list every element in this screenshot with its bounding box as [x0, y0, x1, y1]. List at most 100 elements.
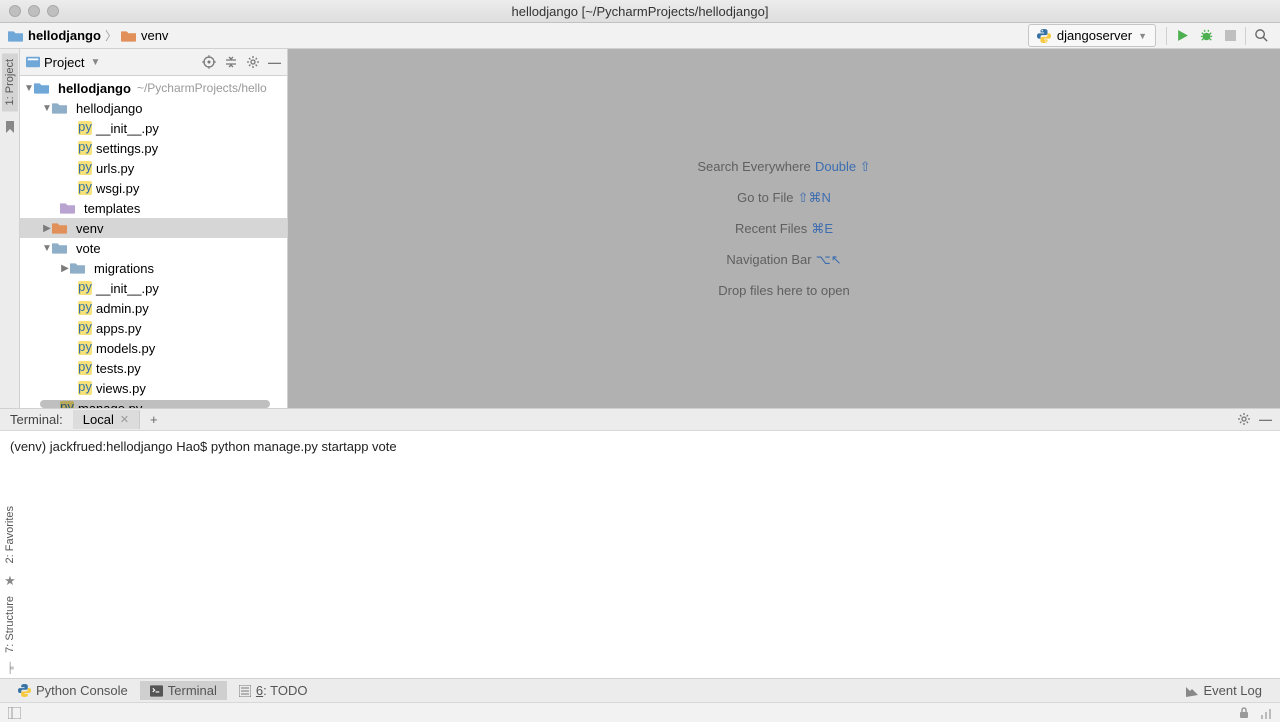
- tree-root[interactable]: ▼ hellodjango ~/PycharmProjects/hello: [20, 78, 287, 98]
- chevron-down-icon: ▼: [1138, 31, 1147, 41]
- main-content: 1: Project Project ▼ — ▼ hellodjango ~/P…: [0, 49, 1280, 408]
- svg-text:py: py: [78, 341, 92, 354]
- disclosure-triangle[interactable]: ▼: [24, 83, 34, 94]
- python-icon: [18, 684, 31, 697]
- tree-folder-vote[interactable]: ▼ vote: [20, 238, 287, 258]
- bookmark-icon[interactable]: [4, 121, 16, 133]
- tool-tab-project[interactable]: 1: Project: [2, 53, 18, 111]
- search-button[interactable]: [1250, 25, 1272, 47]
- editor-empty-state[interactable]: Search Everywhere Double ⇧ Go to File ⇧⌘…: [288, 49, 1280, 408]
- terminal-output[interactable]: (venv) jackfrued:hellodjango Hao$ python…: [0, 431, 1280, 678]
- python-file-icon: py: [78, 121, 92, 135]
- hint-navigation-bar: Navigation Bar ⌥↖: [726, 251, 841, 268]
- new-terminal-button[interactable]: +: [140, 412, 168, 427]
- tree-folder-venv[interactable]: ▶ venv: [20, 218, 287, 238]
- tree-file[interactable]: pywsgi.py: [20, 178, 287, 198]
- terminal-tab-local[interactable]: Local ✕: [73, 410, 140, 429]
- tool-tab-todo[interactable]: 6: TODO: [229, 681, 318, 700]
- tab-label: 6: TODO: [256, 683, 308, 698]
- svg-text:py: py: [78, 281, 92, 294]
- project-panel-header: Project ▼ —: [20, 49, 287, 76]
- collapse-all-icon[interactable]: [224, 55, 238, 69]
- disclosure-triangle[interactable]: ▼: [42, 243, 52, 254]
- breadcrumb-current[interactable]: venv: [121, 28, 168, 43]
- zoom-window-button[interactable]: [47, 5, 59, 17]
- tool-tab-terminal[interactable]: Terminal: [140, 681, 227, 700]
- star-icon[interactable]: ★: [4, 573, 16, 589]
- hide-button[interactable]: —: [1259, 412, 1272, 427]
- debug-button[interactable]: [1195, 25, 1217, 47]
- gear-icon[interactable]: [246, 55, 260, 69]
- terminal-icon: [150, 685, 163, 697]
- event-log-icon: [1186, 685, 1198, 697]
- tree-file[interactable]: py __init__.py: [20, 278, 287, 298]
- disclosure-triangle[interactable]: ▼: [42, 103, 52, 114]
- disclosure-triangle[interactable]: ▶: [42, 223, 52, 234]
- tree-file[interactable]: py __init__.py: [20, 118, 287, 138]
- breadcrumb-root[interactable]: hellodjango: [8, 28, 101, 43]
- terminal-tool-window: Terminal: Local ✕ + — (venv) jackfrued:h…: [0, 408, 1280, 678]
- toolbar-divider: [1166, 27, 1167, 45]
- python-file-icon: py: [78, 161, 92, 175]
- python-icon: [1037, 29, 1051, 43]
- tree-file[interactable]: pyviews.py: [20, 378, 287, 398]
- hint-go-to-file: Go to File ⇧⌘N: [737, 189, 831, 206]
- chevron-right-icon: 〉: [105, 27, 117, 44]
- project-panel-title[interactable]: Project: [44, 55, 84, 70]
- tree-label: apps.py: [96, 321, 142, 336]
- locate-icon[interactable]: [202, 55, 216, 69]
- tree-folder-templates[interactable]: templates: [20, 198, 287, 218]
- tree-label: hellodjango: [58, 81, 131, 96]
- indicator-icon[interactable]: [1260, 707, 1272, 719]
- tree-label: __init__.py: [96, 281, 159, 296]
- svg-text:py: py: [78, 181, 92, 194]
- status-bar: [0, 702, 1280, 722]
- python-file-icon: py: [78, 381, 92, 395]
- toolbar-divider: [1245, 27, 1246, 45]
- chevron-down-icon[interactable]: ▼: [90, 57, 100, 68]
- run-configuration-selector[interactable]: djangoserver ▼: [1028, 24, 1156, 47]
- tool-tab-favorites[interactable]: 2: Favorites: [2, 500, 18, 569]
- tree-file[interactable]: pytests.py: [20, 358, 287, 378]
- tree-folder-migrations[interactable]: ▶ migrations: [20, 258, 287, 278]
- folder-icon: [34, 82, 49, 94]
- folder-icon: [52, 242, 67, 254]
- close-icon[interactable]: ✕: [120, 413, 129, 426]
- tool-tab-structure[interactable]: 7: Structure: [2, 590, 18, 659]
- svg-text:py: py: [78, 161, 92, 174]
- python-file-icon: py: [78, 361, 92, 375]
- tree-file[interactable]: py urls.py: [20, 158, 287, 178]
- svg-text:py: py: [78, 381, 92, 394]
- python-file-icon: py: [78, 321, 92, 335]
- tab-label: Terminal: [168, 683, 217, 698]
- disclosure-triangle[interactable]: ▶: [60, 263, 70, 274]
- tool-windows-icon[interactable]: [8, 707, 21, 719]
- traffic-lights[interactable]: [0, 5, 59, 17]
- hide-button[interactable]: —: [268, 55, 281, 70]
- minimize-window-button[interactable]: [28, 5, 40, 17]
- tree-file[interactable]: pyadmin.py: [20, 298, 287, 318]
- todo-icon: [239, 685, 251, 697]
- tree-file[interactable]: pymodels.py: [20, 338, 287, 358]
- tree-folder-hellodjango[interactable]: ▼ hellodjango: [20, 98, 287, 118]
- scrollbar[interactable]: [40, 400, 270, 408]
- tool-tab-event-log[interactable]: Event Log: [1176, 681, 1272, 700]
- run-config-label: djangoserver: [1057, 28, 1132, 43]
- tree-path: ~/PycharmProjects/hello: [137, 81, 267, 95]
- tree-file[interactable]: pysettings.py: [20, 138, 287, 158]
- stop-button: [1219, 25, 1241, 47]
- close-window-button[interactable]: [9, 5, 21, 17]
- tree-label: __init__.py: [96, 121, 159, 136]
- tool-tab-python-console[interactable]: Python Console: [8, 681, 138, 700]
- tree-file[interactable]: py apps.py: [20, 318, 287, 338]
- tree-label: urls.py: [96, 161, 134, 176]
- python-file-icon: py: [78, 301, 92, 315]
- terminal-tab-label: Local: [83, 412, 114, 427]
- lock-icon[interactable]: [1238, 707, 1250, 719]
- gear-icon[interactable]: [1237, 412, 1251, 426]
- project-tree[interactable]: ▼ hellodjango ~/PycharmProjects/hello ▼ …: [20, 76, 287, 408]
- run-button[interactable]: [1171, 25, 1193, 47]
- structure-icon[interactable]: ╞: [6, 663, 13, 674]
- window-titlebar: hellodjango [~/PycharmProjects/hellodjan…: [0, 0, 1280, 23]
- navigation-bar: hellodjango 〉 venv djangoserver ▼: [0, 23, 1280, 49]
